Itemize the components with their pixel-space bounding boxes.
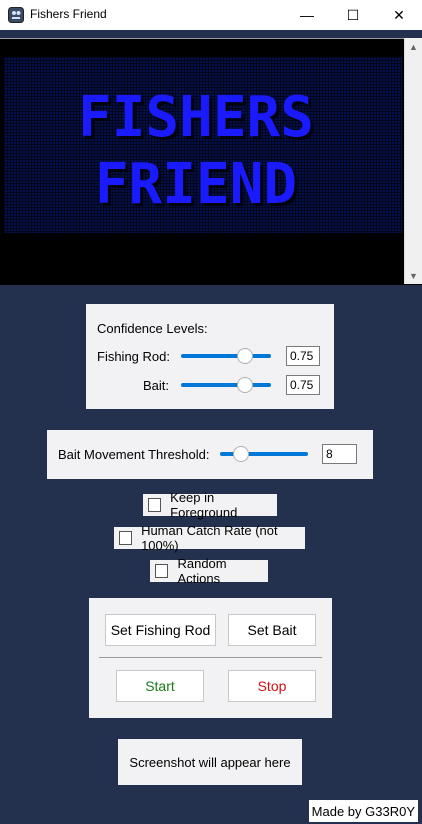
maximize-icon: ☐ [346,6,360,23]
screenshot-preview: Screenshot will appear here [118,739,302,785]
controls-divider [99,657,322,658]
random-actions-label: Random Actions [177,556,227,586]
keep-foreground-checkbox[interactable] [148,498,162,512]
scroll-down-icon[interactable]: ▼ [405,267,422,284]
random-actions-option[interactable]: Random Actions [150,556,268,586]
keep-foreground-option[interactable]: Keep in Foreground [143,490,277,520]
controls-panel: Set Fishing Rod Set Bait Start Stop [89,598,332,718]
stop-button[interactable]: Stop [228,670,316,702]
fishing-rod-slider[interactable] [181,354,271,358]
human-rate-option[interactable]: Human Catch Rate (not 100%) [114,523,305,553]
scroll-up-icon[interactable]: ▲ [405,38,422,55]
banner-logo: FISHERS FISHERS FRIEND FRIEND [78,85,317,220]
fishing-rod-label: Fishing Rod: [97,349,170,364]
threshold-value-field[interactable]: 8 [322,444,357,464]
close-button[interactable]: ✕ [376,0,422,30]
minimize-button[interactable]: — [284,0,330,30]
banner-line1: FISHERS [78,85,314,150]
screenshot-placeholder-text: Screenshot will appear here [129,754,291,770]
bait-label: Bait: [143,378,170,393]
bait-slider-thumb[interactable] [237,377,253,393]
threshold-panel: Bait Movement Threshold: 8 [47,430,373,479]
app-icon [8,7,24,23]
bait-value-field[interactable]: 0.75 [286,375,320,395]
human-rate-label: Human Catch Rate (not 100%) [141,523,278,553]
window-title: Fishers Friend [30,7,107,21]
threshold-label: Bait Movement Threshold: [58,447,210,462]
threshold-slider-thumb[interactable] [233,446,249,462]
credit-label: Made by G33R0Y [308,800,418,822]
confidence-panel: Confidence Levels: Fishing Rod: 0.75 Bai… [86,304,334,409]
fishing-rod-slider-thumb[interactable] [237,348,253,364]
title-bar: Fishers Friend — ☐ ✕ [0,0,422,30]
minimize-icon: — [300,7,314,23]
close-icon: ✕ [393,6,405,23]
confidence-heading: Confidence Levels: [97,321,208,336]
banner-image: FISHERS FISHERS FRIEND FRIEND [4,57,402,233]
start-button[interactable]: Start [116,670,204,702]
set-fishing-rod-button[interactable]: Set Fishing Rod [105,614,216,646]
banner-frame: FISHERS FISHERS FRIEND FRIEND [0,38,422,285]
set-bait-button[interactable]: Set Bait [228,614,316,646]
maximize-button[interactable]: ☐ [330,0,376,30]
keep-foreground-label: Keep in Foreground [170,490,238,520]
banner-scrollbar[interactable]: ▲ ▼ [404,38,422,284]
banner-line2: FRIEND [95,152,297,217]
bait-slider[interactable] [181,383,271,387]
random-actions-checkbox[interactable] [155,564,169,578]
fishing-rod-value-field[interactable]: 0.75 [286,346,320,366]
human-rate-checkbox[interactable] [119,531,133,545]
